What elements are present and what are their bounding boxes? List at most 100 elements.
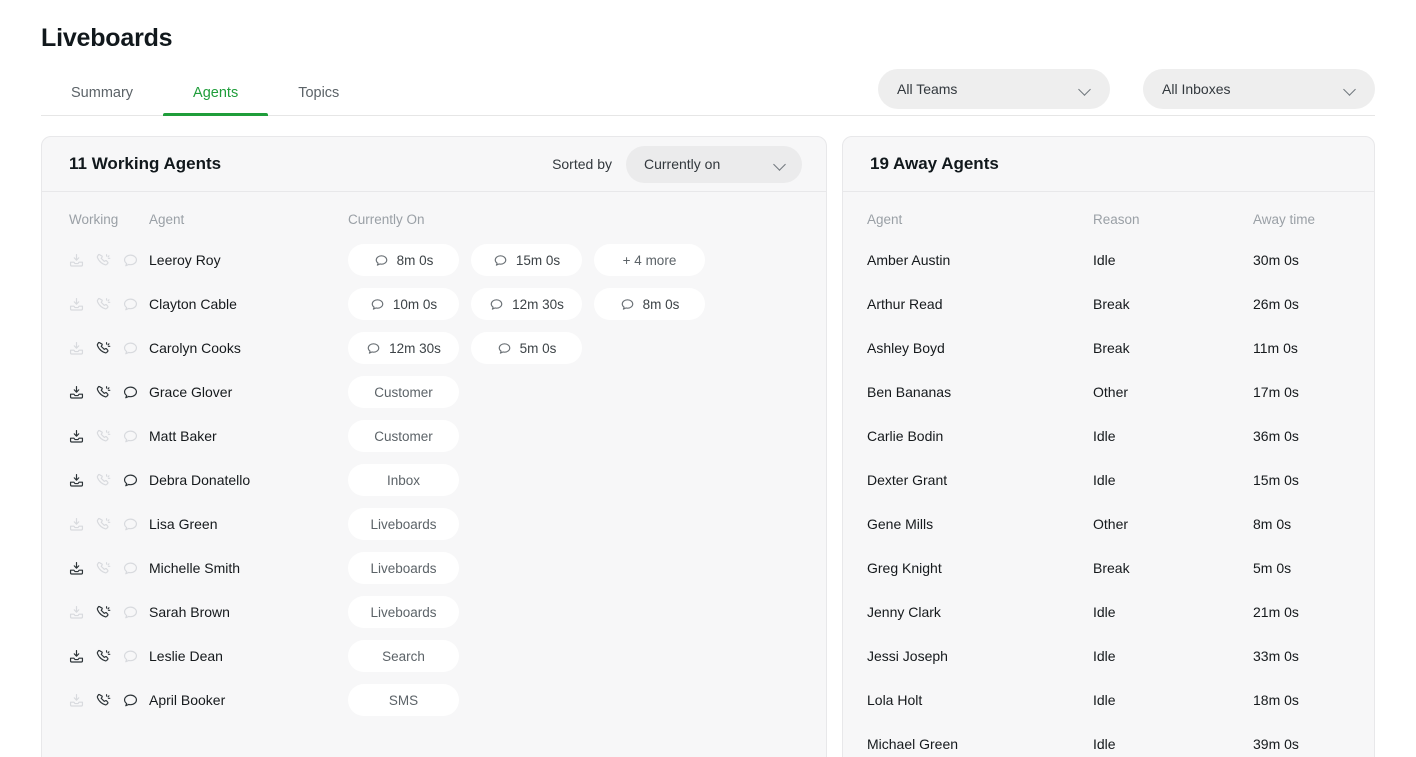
table-header-row: Agent Reason Away time <box>843 200 1374 238</box>
table-row[interactable]: Lisa Green Liveboards <box>42 502 826 546</box>
chat-bubble-icon <box>122 692 139 709</box>
away-reason: Idle <box>1093 252 1116 268</box>
inbox-tray-icon <box>68 604 85 621</box>
table-row[interactable]: Clayton Cable 10m 0s 12m 30s 8m 0s <box>42 282 826 326</box>
activity-chip[interactable]: Customer <box>348 420 459 452</box>
table-row[interactable]: Michael Green Idle 39m 0s <box>843 722 1374 757</box>
ringing-phone-icon <box>95 692 112 709</box>
activity-chip[interactable]: Search <box>348 640 459 672</box>
working-status-icons <box>42 238 149 282</box>
inbox-tray-icon <box>68 516 85 533</box>
table-row[interactable]: Leslie Dean Search <box>42 634 826 678</box>
table-row[interactable]: Ben Bananas Other 17m 0s <box>843 370 1374 414</box>
chevron-down-icon <box>1344 82 1358 96</box>
agent-name: Debra Donatello <box>149 472 251 488</box>
inbox-tray-icon <box>68 252 85 269</box>
table-row[interactable]: Ashley Boyd Break 11m 0s <box>843 326 1374 370</box>
conversation-chip[interactable]: 8m 0s <box>594 288 705 320</box>
tab-topics[interactable]: Topics <box>268 71 369 115</box>
working-status-icons <box>42 458 149 502</box>
table-row[interactable]: Gene Mills Other 8m 0s <box>843 502 1374 546</box>
sort-by-select[interactable]: Currently on <box>626 145 802 183</box>
inbox-tray-icon <box>68 472 85 489</box>
agent-name: Carlie Bodin <box>867 428 944 444</box>
away-reason: Idle <box>1093 472 1116 488</box>
table-row[interactable]: Debra Donatello Inbox <box>42 458 826 502</box>
agent-name: Michael Green <box>867 736 959 752</box>
ringing-phone-icon <box>95 604 112 621</box>
liveboards-page: Liveboards Summary Agents Topics All Teams… <box>0 0 1416 757</box>
chat-bubble-icon <box>370 297 385 312</box>
activity-chip[interactable]: Inbox <box>348 464 459 496</box>
table-row[interactable]: Matt Baker Customer <box>42 414 826 458</box>
activity-chip[interactable]: SMS <box>348 684 459 716</box>
chip-label: + 4 more <box>622 252 677 268</box>
table-row[interactable]: Amber Austin Idle 30m 0s <box>843 238 1374 282</box>
table-row[interactable]: Arthur Read Break 26m 0s <box>843 282 1374 326</box>
table-row[interactable]: Michelle Smith Liveboards <box>42 546 826 590</box>
activity-chip[interactable]: + 4 more <box>594 244 705 276</box>
currently-on-cell: 8m 0s 15m 0s + 4 more <box>348 238 826 282</box>
away-reason: Other <box>1093 384 1129 400</box>
chat-bubble-icon <box>122 648 139 665</box>
filter-value: All Teams <box>897 81 958 97</box>
column-header-currently-on: Currently On <box>348 211 425 227</box>
tab-agents[interactable]: Agents <box>163 71 269 116</box>
chat-bubble-icon <box>489 297 504 312</box>
activity-chip[interactable]: Liveboards <box>348 552 459 584</box>
conversation-chip[interactable]: 12m 30s <box>348 332 459 364</box>
chip-label: SMS <box>388 692 419 708</box>
currently-on-cell: 10m 0s 12m 30s 8m 0s <box>348 282 826 326</box>
table-row[interactable]: April Booker SMS <box>42 678 826 722</box>
chip-label: Liveboards <box>370 560 437 576</box>
conversation-chip[interactable]: 12m 30s <box>471 288 582 320</box>
currently-on-cell: SMS <box>348 678 826 722</box>
table-row[interactable]: Carolyn Cooks 12m 30s 5m 0s <box>42 326 826 370</box>
table-row[interactable]: Carlie Bodin Idle 36m 0s <box>843 414 1374 458</box>
inbox-tray-icon <box>68 648 85 665</box>
away-agents-card: 19 Away Agents Agent Reason Away time Am… <box>842 136 1375 757</box>
chat-bubble-icon <box>374 253 389 268</box>
table-row[interactable]: Leeroy Roy 8m 0s 15m 0s + 4 more <box>42 238 826 282</box>
agent-name: Matt Baker <box>149 428 217 444</box>
table-row[interactable]: Lola Holt Idle 18m 0s <box>843 678 1374 722</box>
table-row[interactable]: Jessi Joseph Idle 33m 0s <box>843 634 1374 678</box>
table-row[interactable]: Jenny Clark Idle 21m 0s <box>843 590 1374 634</box>
away-reason: Idle <box>1093 648 1116 664</box>
column-header-reason: Reason <box>1093 211 1140 227</box>
chip-label: Customer <box>374 428 433 444</box>
filter-value: All Inboxes <box>1162 81 1231 97</box>
activity-chip[interactable]: Liveboards <box>348 596 459 628</box>
ringing-phone-icon <box>95 428 112 445</box>
chip-label: 12m 30s <box>512 296 564 312</box>
table-row[interactable]: Sarah Brown Liveboards <box>42 590 826 634</box>
working-status-icons <box>42 414 149 458</box>
table-row[interactable]: Dexter Grant Idle 15m 0s <box>843 458 1374 502</box>
conversation-chip[interactable]: 8m 0s <box>348 244 459 276</box>
working-agents-header: 11 Working Agents Sorted by Currently on <box>42 137 826 192</box>
activity-chip[interactable]: Customer <box>348 376 459 408</box>
activity-chip[interactable]: Liveboards <box>348 508 459 540</box>
agent-name: Leslie Dean <box>149 648 223 664</box>
inbox-tray-icon <box>68 428 85 445</box>
tab-summary[interactable]: Summary <box>41 71 163 115</box>
conversation-chip[interactable]: 15m 0s <box>471 244 582 276</box>
away-time: 26m 0s <box>1253 296 1299 312</box>
teams-filter[interactable]: All Teams <box>878 69 1110 109</box>
conversation-chip[interactable]: 5m 0s <box>471 332 582 364</box>
sort-by-value: Currently on <box>644 156 721 172</box>
agent-name: Lola Holt <box>867 692 923 708</box>
agent-name: Sarah Brown <box>149 604 230 620</box>
away-reason: Idle <box>1093 736 1116 752</box>
working-agents-card: 11 Working Agents Sorted by Currently on… <box>41 136 827 757</box>
inboxes-filter[interactable]: All Inboxes <box>1143 69 1375 109</box>
chat-bubble-icon <box>366 341 381 356</box>
away-reason: Other <box>1093 516 1129 532</box>
table-row[interactable]: Grace Glover Customer <box>42 370 826 414</box>
chat-bubble-icon <box>122 604 139 621</box>
sort-control: Sorted by Currently on <box>552 145 802 183</box>
away-time: 11m 0s <box>1253 340 1298 356</box>
inbox-tray-icon <box>68 560 85 577</box>
conversation-chip[interactable]: 10m 0s <box>348 288 459 320</box>
table-row[interactable]: Greg Knight Break 5m 0s <box>843 546 1374 590</box>
